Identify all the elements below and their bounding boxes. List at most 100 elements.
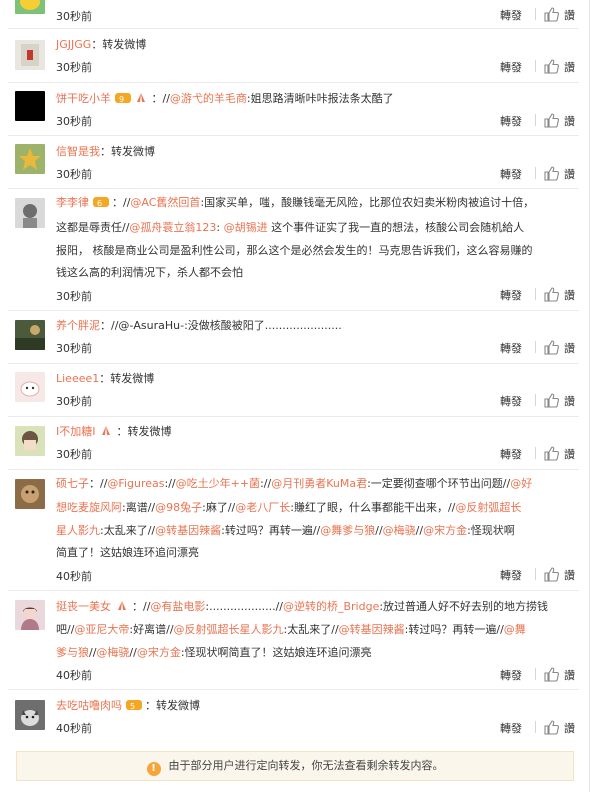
- thumbs-up-icon[interactable]: [543, 58, 559, 74]
- item-actions: 轉發 讚: [498, 666, 580, 682]
- username-link[interactable]: 硕七子: [56, 477, 89, 490]
- forward-button[interactable]: 轉發: [500, 340, 522, 356]
- mention-link[interactable]: @反射弧超长: [455, 501, 521, 514]
- forward-button[interactable]: 轉發: [500, 113, 522, 129]
- thumbs-up-icon[interactable]: [543, 286, 559, 302]
- timestamp: 30秒前: [56, 342, 92, 355]
- restricted-notice: ! 由于部分用户进行定向转发，你无法查看剩余转发内容。: [16, 751, 574, 781]
- repost-text: 吧//@亚尼大帝:好离谱//@反射弧超长星人影九:太乱来了//@转基因辣酱:转过…: [56, 623, 526, 636]
- repost-text: 养个胖泥：//@-AsuraHu-:没做核酸被阳了...............…: [56, 319, 342, 332]
- mention-link[interactable]: @梅骁: [96, 646, 129, 659]
- mention-link[interactable]: @转基因辣酱: [155, 524, 221, 537]
- badge-icon: 6: [92, 197, 109, 208]
- forward-button[interactable]: 轉發: [500, 59, 522, 75]
- mention-link[interactable]: @胡锡进: [224, 221, 268, 234]
- divider: [535, 114, 536, 126]
- praise-button[interactable]: 讚: [564, 667, 575, 683]
- mention-link[interactable]: 爹与狼: [56, 646, 89, 659]
- forward-button[interactable]: 轉發: [500, 393, 522, 409]
- divider: [535, 8, 536, 20]
- mention-link[interactable]: @转基因辣酱: [339, 623, 405, 636]
- avatar[interactable]: [15, 91, 45, 121]
- username-link[interactable]: JGJJGG: [56, 38, 91, 51]
- item-actions: 轉發 讚: [498, 58, 580, 74]
- praise-button[interactable]: 讚: [564, 567, 575, 583]
- timestamp: 30秒前: [56, 115, 92, 128]
- avatar[interactable]: [15, 40, 45, 70]
- mention-link[interactable]: @亚尼大帝: [74, 623, 129, 636]
- timestamp: 40秒前: [56, 669, 92, 682]
- mention-link[interactable]: @老八厂长: [235, 501, 290, 514]
- badge-icon: 9: [114, 93, 131, 104]
- item-actions: 轉發 讚: [498, 392, 580, 408]
- avatar[interactable]: [15, 479, 45, 509]
- mention-link[interactable]: @好: [510, 477, 532, 490]
- forward-button[interactable]: 轉發: [500, 287, 522, 303]
- praise-button[interactable]: 讚: [564, 166, 575, 182]
- mention-link[interactable]: @舞爹与狼: [320, 524, 375, 537]
- forward-button[interactable]: 轉發: [500, 166, 522, 182]
- username-link[interactable]: 养个胖泥: [56, 319, 100, 332]
- praise-button[interactable]: 讚: [564, 59, 575, 75]
- mention-link[interactable]: @宋方金: [137, 646, 181, 659]
- mention-link[interactable]: @月刊勇者KuMa君: [271, 477, 367, 490]
- praise-button[interactable]: 讚: [564, 446, 575, 462]
- praise-button[interactable]: 讚: [564, 7, 575, 23]
- forward-button[interactable]: 轉發: [500, 446, 522, 462]
- list-item: 信智是我：转发微博 30秒前 轉發 讚: [0, 136, 589, 189]
- forward-button[interactable]: 轉發: [500, 667, 522, 683]
- mention-link[interactable]: 想吃麦旋风阿: [56, 501, 122, 514]
- thumbs-up-icon[interactable]: [543, 719, 559, 735]
- username-link[interactable]: 信智是我: [56, 145, 100, 158]
- forward-button[interactable]: 轉發: [500, 567, 522, 583]
- mention-link[interactable]: @逆转的桥_Bridge: [283, 600, 379, 613]
- mention-link[interactable]: 星人影九: [56, 524, 100, 537]
- mention-link[interactable]: @反射弧超长星人影九: [174, 623, 284, 636]
- avatar[interactable]: [15, 426, 45, 456]
- thumbs-up-icon[interactable]: [543, 445, 559, 461]
- mention-link[interactable]: @舞: [504, 623, 526, 636]
- thumbs-up-icon[interactable]: [543, 666, 559, 682]
- username-link[interactable]: 李李律: [56, 196, 89, 209]
- mention-link[interactable]: @98兔子: [155, 501, 202, 514]
- item-actions: 轉發 讚: [498, 286, 580, 302]
- mention-link[interactable]: @AC舊然回首: [130, 196, 200, 209]
- praise-button[interactable]: 讚: [564, 113, 575, 129]
- mention-link[interactable]: @吃土少年++菌: [176, 477, 260, 490]
- mention-link[interactable]: @Figureas: [107, 477, 164, 490]
- mention-link[interactable]: @梅骁: [383, 524, 416, 537]
- praying-hands-icon: [137, 93, 145, 102]
- praise-button[interactable]: 讚: [564, 340, 575, 356]
- thumbs-up-icon[interactable]: [543, 392, 559, 408]
- praise-button[interactable]: 讚: [564, 287, 575, 303]
- thumbs-up-icon[interactable]: [543, 165, 559, 181]
- username-link[interactable]: 饼干吃小羊: [56, 92, 111, 105]
- thumbs-up-icon[interactable]: [543, 339, 559, 355]
- avatar[interactable]: [15, 372, 45, 402]
- thumbs-up-icon[interactable]: [543, 112, 559, 128]
- avatar[interactable]: [15, 600, 45, 630]
- avatar[interactable]: [15, 320, 45, 350]
- forward-button[interactable]: 轉發: [500, 720, 522, 736]
- thumbs-up-icon[interactable]: [543, 6, 559, 22]
- thumbs-up-icon[interactable]: [543, 566, 559, 582]
- svg-text:6: 6: [97, 199, 102, 208]
- avatar[interactable]: [15, 0, 45, 14]
- username-link[interactable]: Lieeee1: [56, 372, 99, 385]
- praise-button[interactable]: 讚: [564, 393, 575, 409]
- mention-link[interactable]: @孤舟蓑立翁123: [129, 221, 216, 234]
- username-link[interactable]: I不加糖I: [56, 425, 96, 438]
- mention-link[interactable]: @有盐电影: [150, 600, 205, 613]
- username-link[interactable]: 挺丧一美女: [56, 600, 111, 613]
- avatar[interactable]: [15, 198, 45, 228]
- username-link[interactable]: 去吃咕噜肉吗: [56, 699, 122, 712]
- praise-button[interactable]: 讚: [564, 720, 575, 736]
- repost-text: 这都是辱责任//@孤舟蓑立翁123: @胡锡进 这个事件证实了我一直的想法，核酸…: [56, 221, 525, 234]
- forward-button[interactable]: 轉發: [500, 7, 522, 23]
- list-item: 去吃咕噜肉吗 5 ：转发微博 40秒前 轉發 讚: [0, 690, 589, 742]
- repost-text: 信智是我：转发微博: [56, 145, 155, 158]
- avatar[interactable]: [15, 144, 45, 174]
- avatar[interactable]: [15, 700, 45, 730]
- mention-link[interactable]: @宋方金: [423, 524, 467, 537]
- mention-link[interactable]: @游弋的羊毛商: [170, 92, 247, 105]
